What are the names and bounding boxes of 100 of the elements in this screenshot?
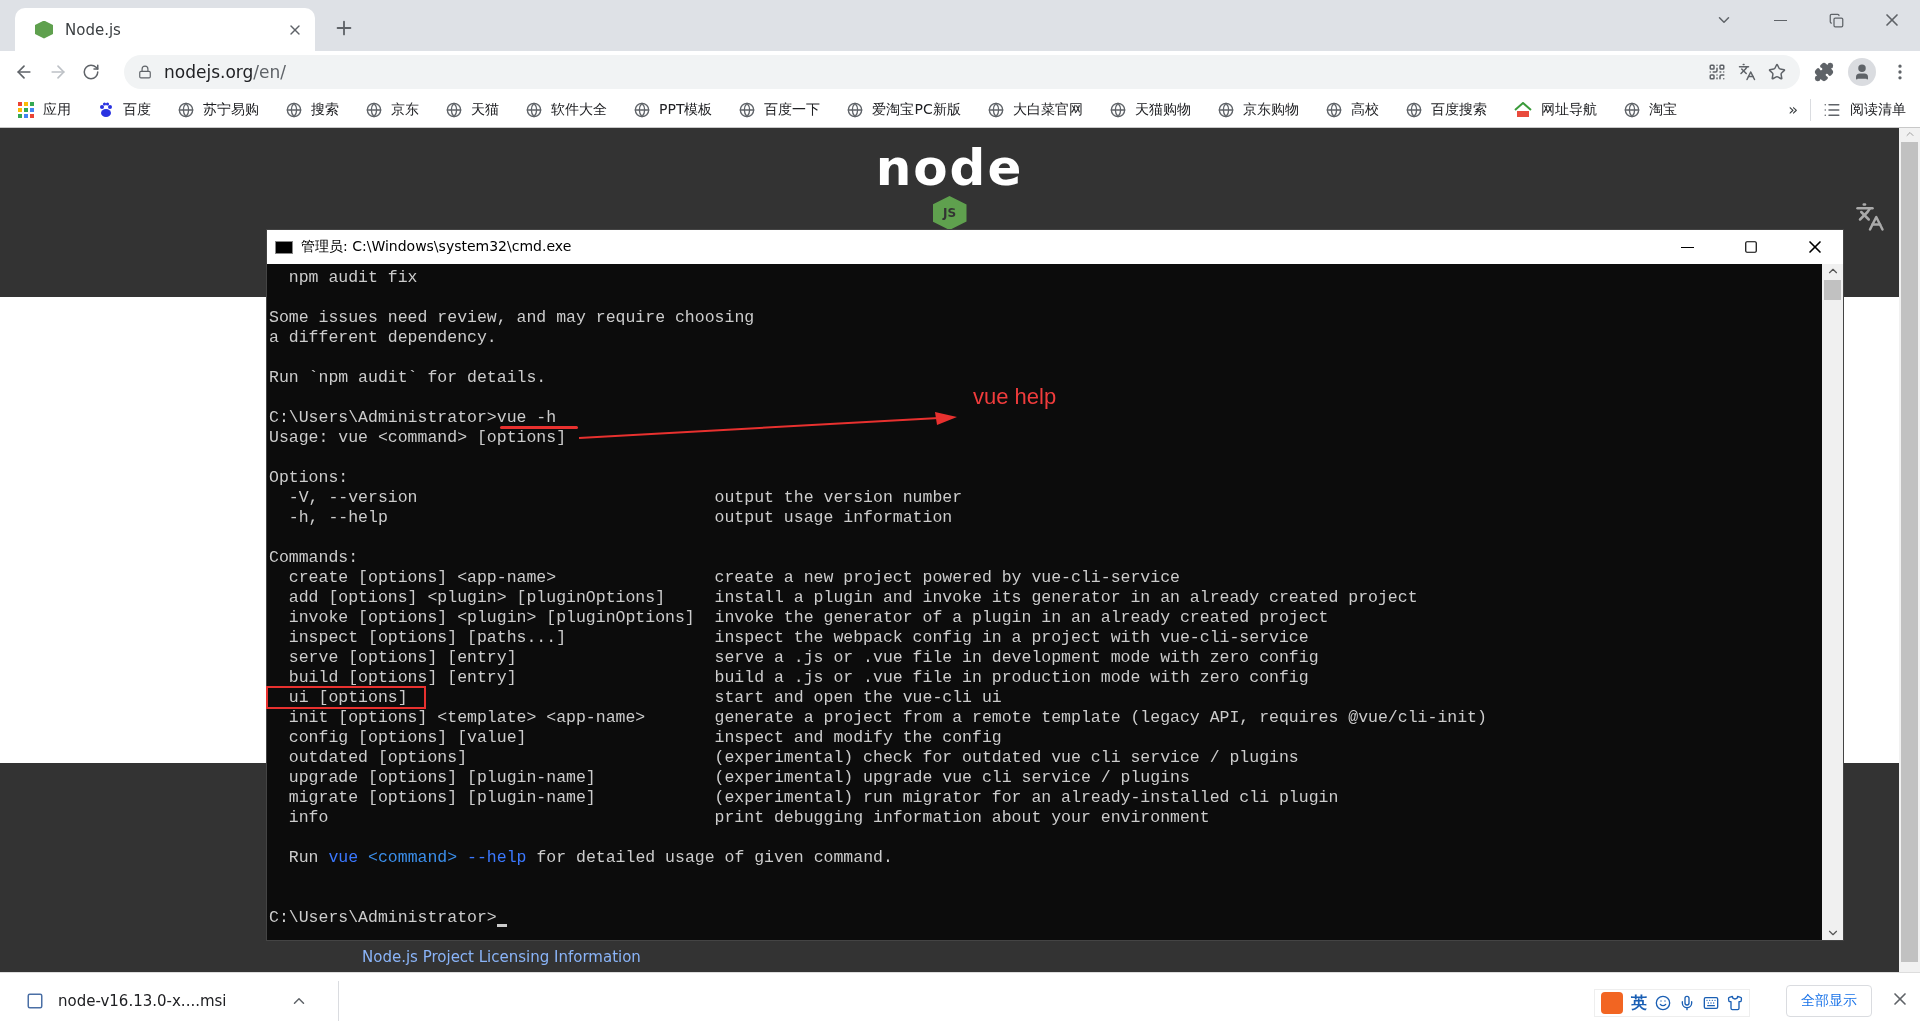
globe-icon	[1623, 101, 1640, 118]
paw-icon	[98, 101, 114, 118]
page-scrollbar[interactable]	[1899, 128, 1920, 972]
command-name: -V, --version	[287, 488, 418, 507]
annotation-label: vue help	[973, 384, 1057, 410]
translate-icon[interactable]	[1738, 62, 1756, 81]
bookmark-label: 应用	[43, 100, 71, 119]
console-text: Run vue <command> --help for detailed usage of given command.	[287, 848, 893, 868]
apps-grid-icon	[18, 101, 34, 118]
minimize-icon	[1773, 19, 1787, 21]
bookmark[interactable]: 京东购物	[1217, 100, 1299, 119]
bookmark-label: 软件大全	[551, 100, 607, 119]
bookmark[interactable]: 苏宁易购	[178, 100, 259, 119]
command-description: start and open the vue-cli ui	[714, 688, 1002, 708]
bookmark[interactable]: 网址导航	[1513, 100, 1597, 119]
bookmark[interactable]: 爱淘宝PC新版	[847, 100, 961, 119]
globe-icon	[526, 101, 542, 118]
bookmark-label: 天猫购物	[1134, 100, 1191, 119]
more-bookmarks-button[interactable]: »	[1788, 100, 1798, 119]
bookmark[interactable]: 淘宝	[1623, 100, 1677, 119]
console-prompt: C:\Users\Administrator>	[269, 408, 497, 428]
reload-button[interactable]	[82, 62, 100, 81]
command-description: create a new project powered by vue-cli-service	[714, 568, 1180, 588]
qr-code-icon[interactable]	[1708, 62, 1726, 81]
bookmark-label: 百度	[123, 100, 151, 119]
command-name: inspect [options] [paths...]	[287, 628, 567, 647]
bookmark-label: PPT模板	[659, 100, 713, 119]
bookmark[interactable]: 百度	[98, 100, 151, 119]
show-all-button[interactable]: 全部显示	[1786, 985, 1872, 1017]
bookmark-label: 爱淘宝PC新版	[872, 100, 961, 119]
scroll-thumb[interactable]	[1824, 280, 1841, 300]
bookmark[interactable]: 大白菜官网	[987, 100, 1083, 119]
console-text: Commands:	[269, 548, 359, 568]
command-name: create [options] <app-name>	[287, 568, 557, 587]
bookmark[interactable]: 京东	[366, 100, 419, 119]
command-description: serve a .js or .vue file in development mode with zero config	[714, 648, 1319, 668]
command-name: add [options] <plugin> [pluginOptions]	[287, 588, 666, 607]
globe-icon	[987, 101, 1004, 118]
command-description: output the version number	[714, 488, 963, 508]
minimize-icon	[1680, 246, 1694, 248]
bookmark[interactable]: 应用	[18, 100, 71, 119]
bookmark[interactable]: 天猫	[446, 100, 499, 119]
emoji-icon[interactable]	[1655, 995, 1671, 1011]
command-name: migrate [options] [plugin-name]	[287, 788, 596, 807]
command-name: init [options] <template> <app-name>	[287, 708, 646, 727]
console-scrollbar[interactable]	[1822, 264, 1843, 940]
console-text: Some issues need review, and may require choosing	[269, 308, 755, 328]
console-text: npm audit fix	[287, 268, 418, 288]
house-icon	[1513, 101, 1532, 118]
command-description: inspect and modify the config	[714, 728, 1002, 748]
bookmark-label: 京东购物	[1242, 100, 1299, 119]
bookmark-label: 百度搜索	[1430, 100, 1487, 119]
bookmark[interactable]: 软件大全	[526, 100, 607, 119]
shirt-icon[interactable]	[1727, 995, 1743, 1011]
command-name: config [options] [value]	[287, 728, 527, 747]
profile-avatar[interactable]	[1848, 57, 1876, 86]
highlighted-command-name: ui [options]	[266, 686, 426, 709]
browser-tab[interactable]: Node.js	[15, 8, 315, 51]
address-bar[interactable]: nodejs.org/en/	[124, 54, 1800, 89]
bookmark-star-icon[interactable]	[1768, 62, 1786, 81]
microphone-icon[interactable]	[1679, 995, 1695, 1011]
globe-icon	[1325, 101, 1342, 118]
globe-icon	[446, 101, 462, 118]
command-name: build [options] [entry]	[287, 668, 517, 687]
command-description: build a .js or .vue file in production mode with zero config	[714, 668, 1309, 688]
scroll-thumb[interactable]	[1901, 142, 1918, 962]
typed-command: vue -h	[496, 408, 557, 428]
console-text: Usage: vue <command> [options]	[269, 428, 567, 448]
bookmark[interactable]: 高校	[1325, 100, 1379, 119]
bookmark-label: 网址导航	[1540, 100, 1597, 119]
command-description: (experimental) check for outdated vue cli service / plugins	[714, 748, 1299, 768]
bookmark[interactable]: 百度一下	[739, 100, 821, 119]
bookmark[interactable]: PPT模板	[634, 100, 713, 119]
globe-icon	[366, 101, 382, 118]
extensions-icon[interactable]	[1814, 61, 1834, 82]
command-description: (experimental) upgrade vue cli service / plugins	[714, 768, 1190, 788]
bookmark[interactable]: 天猫购物	[1109, 100, 1191, 119]
command-description: generate a project from a remote template (legacy API, requires @vue/cli-init)	[714, 708, 1487, 728]
download-item[interactable]: node-v16.13.0-x....msi	[26, 992, 290, 1010]
command-name: info	[287, 808, 329, 827]
reading-list[interactable]: 阅读清单	[1823, 100, 1906, 119]
keyboard-icon[interactable]	[1703, 995, 1719, 1011]
bookmark[interactable]: 百度搜索	[1405, 100, 1487, 119]
footer-link[interactable]: Node.js Project Licensing Information	[362, 948, 641, 966]
console-prompt: C:\Users\Administrator>	[269, 908, 497, 928]
translate-icon[interactable]	[1855, 202, 1885, 232]
bookmark-label: 大白菜官网	[1012, 100, 1083, 119]
command-description: install a plugin and invoke its generator in an already created project	[714, 588, 1418, 608]
bookmark[interactable]: 搜索	[286, 100, 339, 119]
command-description: (experimental) run migrator for an already-installed cli plugin	[714, 788, 1339, 808]
command-description: invoke the generator of a plugin in an already created project	[714, 608, 1329, 628]
ime-logo-icon	[1601, 992, 1623, 1014]
lock-icon	[138, 64, 152, 79]
bookmark-label: 高校	[1350, 100, 1379, 119]
console-text: Options:	[269, 468, 349, 488]
bookmark-label: 淘宝	[1648, 100, 1677, 119]
command-name: outdated [options]	[287, 748, 468, 767]
bookmark-label: 天猫	[471, 100, 499, 119]
globe-icon	[847, 101, 864, 118]
download-filename: node-v16.13.0-x....msi	[58, 992, 227, 1010]
